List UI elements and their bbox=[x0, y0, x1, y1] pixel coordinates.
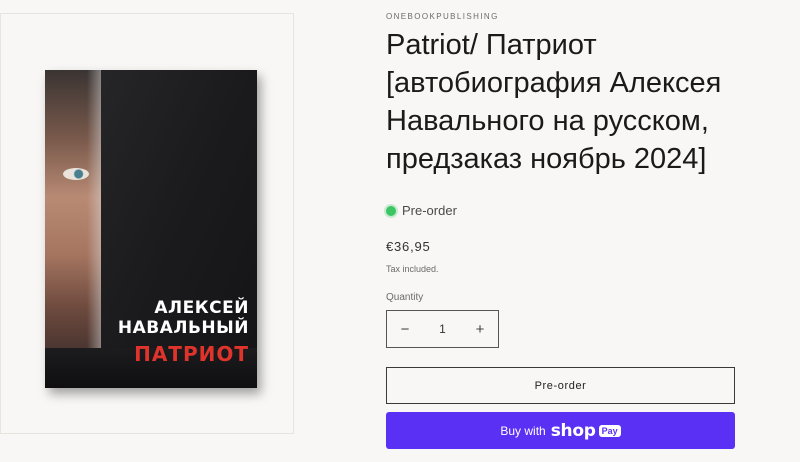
product-title: Patriot/ Патриот [автобиография Алексея … bbox=[386, 29, 722, 175]
cover-portrait bbox=[45, 70, 101, 388]
shop-pay-logo: shop bbox=[550, 420, 596, 441]
buy-with-label: Buy with bbox=[500, 423, 546, 438]
cover-author-first-name: АЛЕКСЕЙ bbox=[154, 298, 249, 318]
quantity-input[interactable]: 1 bbox=[439, 322, 446, 336]
tax-note: Tax included. bbox=[386, 264, 439, 274]
quantity-stepper: − 1 + bbox=[386, 310, 499, 348]
vendor-name: ONEBOOKPUBLISHING bbox=[386, 12, 499, 21]
book-cover-image[interactable]: АЛЕКСЕЙ НАВАЛЬНЫЙ ПАТРИОТ bbox=[45, 70, 257, 388]
plus-icon[interactable]: + bbox=[472, 321, 488, 338]
buy-with-shop-pay-button[interactable]: Buy with shop Pay bbox=[386, 412, 735, 449]
status-text: Pre-order bbox=[402, 203, 457, 218]
availability-status: Pre-order bbox=[386, 203, 457, 218]
product-media-frame: АЛЕКСЕЙ НАВАЛЬНЫЙ ПАТРИОТ bbox=[0, 13, 294, 434]
quantity-label: Quantity bbox=[386, 292, 424, 303]
cover-author: АЛЕКСЕЙ НАВАЛЬНЫЙ bbox=[45, 298, 249, 338]
minus-icon[interactable]: − bbox=[397, 321, 413, 338]
status-dot-icon bbox=[386, 205, 396, 216]
cover-book-title: ПАТРИОТ bbox=[134, 342, 249, 366]
product-price: €36,95 bbox=[386, 239, 431, 254]
cover-author-last-name: НАВАЛЬНЫЙ bbox=[117, 318, 249, 338]
pay-badge: Pay bbox=[598, 424, 621, 437]
cover-portrait-eye bbox=[63, 168, 89, 180]
preorder-button[interactable]: Pre-order bbox=[386, 367, 735, 404]
